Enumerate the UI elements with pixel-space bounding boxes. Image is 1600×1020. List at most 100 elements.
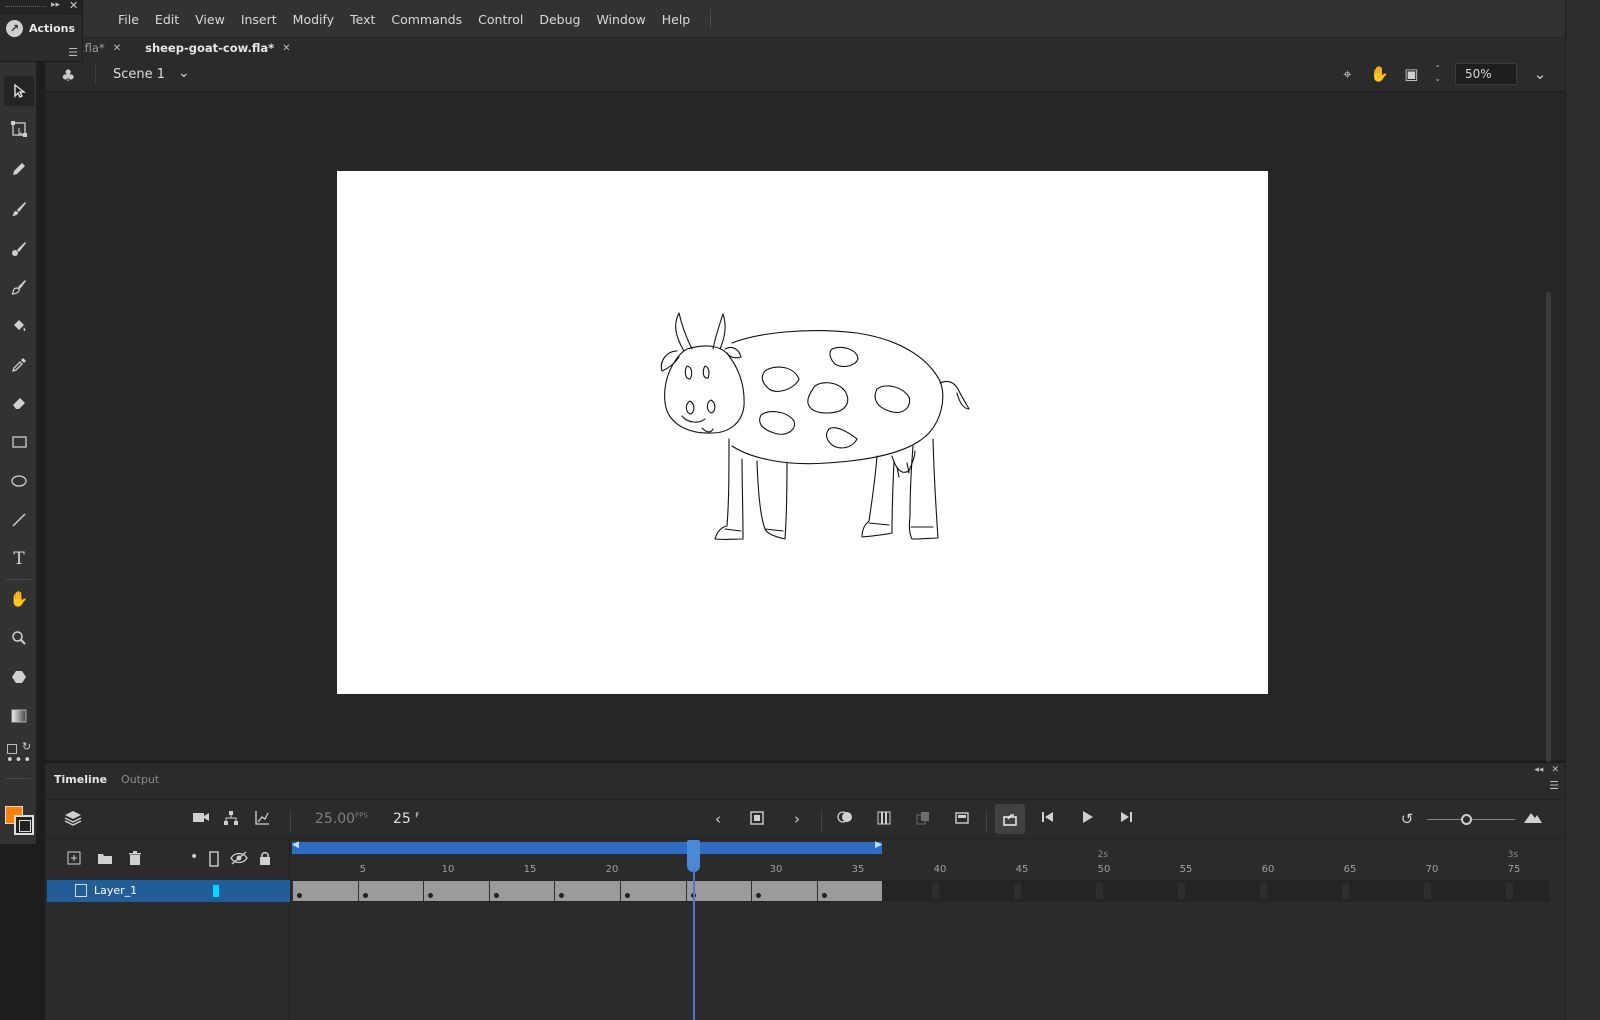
loop-button[interactable] [995,804,1025,834]
onion-skin-outlines-icon[interactable] [874,810,894,830]
insert-keyframe-icon[interactable] [747,810,767,830]
text-tool-icon[interactable]: T [4,544,34,574]
center-frame-icon[interactable] [952,810,972,830]
new-layer-icon[interactable] [67,851,81,869]
onion-skin-icon[interactable] [835,810,855,828]
panel-grip-icon[interactable] [6,6,46,8]
edit-multiple-frames-icon[interactable] [913,810,933,830]
new-folder-icon[interactable] [97,851,113,869]
work-area-start-marker-icon[interactable]: ◀ [292,840,299,850]
chevron-up-icon[interactable]: ⌃ [1434,64,1441,74]
menu-view[interactable]: View [187,12,233,27]
menu-file[interactable]: File [110,12,147,27]
keyframe-dot[interactable] [493,893,499,898]
close-panel-icon[interactable]: ✕ [69,0,78,12]
actions-panel-row[interactable]: ↗ Actions [0,14,82,42]
chevron-left-icon[interactable]: ‹ [708,810,728,828]
pencil-tool-icon[interactable] [4,154,34,184]
eyedropper-tool-icon[interactable] [4,350,34,380]
step-forward-icon[interactable] [1116,810,1136,828]
selection-tool-icon[interactable] [4,76,34,106]
layer-name[interactable]: Layer_1 [94,884,137,897]
hand-tool-icon[interactable]: ✋ [4,584,34,614]
chevron-down-icon[interactable]: ⌄ [1434,74,1441,84]
menu-commands[interactable]: Commands [383,12,470,27]
menu-control[interactable]: Control [470,12,531,27]
collapse-panel-icon[interactable]: ▸▸ [51,0,60,10]
frame-span[interactable] [292,881,882,901]
menu-text[interactable]: Text [342,12,383,27]
stage[interactable] [337,171,1268,694]
line-tool-icon[interactable] [4,505,34,535]
menu-window[interactable]: Window [588,12,653,27]
chevron-right-icon[interactable]: › [787,810,807,828]
vertical-scrollbar[interactable] [1546,292,1551,762]
highlight-dot-icon[interactable]: • [190,849,198,865]
menu-debug[interactable]: Debug [531,12,588,27]
rotate-hand-icon[interactable]: ✋ [1370,65,1389,83]
polystar-tool-icon[interactable] [4,662,34,692]
menu-help[interactable]: Help [654,12,699,27]
camera-icon[interactable] [191,810,211,828]
menu-insert[interactable]: Insert [233,12,285,27]
layer-1-frames[interactable] [292,880,1550,902]
graph-icon[interactable] [252,810,272,830]
reset-zoom-icon[interactable]: ↺ [1397,810,1417,828]
zoom-input[interactable]: 50% [1455,63,1517,85]
cow-drawing[interactable] [337,171,1268,694]
paint-brush-tool-icon[interactable] [4,234,34,264]
scene-clubs-icon[interactable]: ♣ [61,66,75,85]
panel-menu-icon[interactable]: ☰ [68,46,78,59]
close-tab-icon[interactable]: ✕ [113,43,121,54]
free-transform-tool-icon[interactable] [4,114,34,144]
zoom-stepper[interactable]: ⌃ ⌄ [1434,64,1441,84]
gradient-tool-icon[interactable] [4,701,34,731]
delete-layer-icon[interactable] [128,851,142,870]
layers-stack-icon[interactable] [63,810,83,830]
rectangle-tool-icon[interactable] [4,427,34,457]
keyframe-dot[interactable] [821,893,827,898]
keyframe-dot[interactable] [625,893,630,898]
stroke-color-swatch[interactable] [14,815,34,835]
fps-display[interactable]: 25.00FPS [315,811,368,827]
step-back-icon[interactable] [1038,810,1058,828]
work-area-end-marker-icon[interactable]: ▶ [875,840,882,850]
zoom-tool-icon[interactable] [4,623,34,653]
default-colors-icon[interactable] [7,744,17,754]
layer-row-layer-1[interactable]: Layer_1 [47,880,290,902]
timeline-zoom-knob[interactable] [1461,814,1472,825]
snap-crosshair-icon[interactable]: ⌖ [1338,65,1356,83]
menu-edit[interactable]: Edit [147,12,187,27]
brush-tool-icon[interactable] [4,194,34,224]
play-icon[interactable] [1077,810,1097,828]
actions-panel-header[interactable]: ▸▸ ✕ [0,0,82,14]
visibility-toggle-icon[interactable] [230,851,248,869]
scene-name[interactable]: Scene 1 [113,67,165,82]
close-panel-icon[interactable]: ✕ [1551,765,1559,775]
clip-content-icon[interactable]: ▣ [1402,65,1420,83]
doc-tab-2[interactable]: sheep-goat-cow.fla* ✕ [131,38,300,58]
outline-toggle-icon[interactable] [209,851,219,871]
eraser-tool-icon[interactable] [4,388,34,418]
lock-icon[interactable] [258,851,272,870]
frame-ruler[interactable]: 5 10 15 20 30 35 40 45 50 55 60 65 70 75 2s 3s [290,850,1550,878]
oval-tool-icon[interactable] [4,466,34,496]
swap-colors-icon[interactable]: ↻ [22,740,31,753]
keyframe-dot[interactable] [362,893,368,898]
close-tab-icon[interactable]: ✕ [282,43,290,54]
frames-area[interactable]: ◀ ▶ 5 10 15 20 30 35 40 45 50 55 60 65 70 75 2s 3s [290,840,1565,1020]
collapse-panel-icon[interactable]: ◂◂ [1534,765,1543,775]
layer-color-swatch[interactable] [213,885,219,897]
fluid-brush-tool-icon[interactable] [4,272,34,302]
mountain-zoom-icon[interactable] [1523,810,1543,828]
work-area-bar[interactable]: ◀ ▶ [292,840,882,854]
tab-timeline[interactable]: Timeline [54,773,107,789]
keyframe-dot[interactable] [297,893,302,898]
zoom-dropdown-chevron-icon[interactable]: ⌄ [1531,65,1549,83]
tab-output[interactable]: Output [121,773,159,789]
chevron-down-icon[interactable]: ⌄ [178,65,190,81]
paint-bucket-tool-icon[interactable] [4,311,34,341]
layer-parenting-icon[interactable] [221,810,241,830]
menu-modify[interactable]: Modify [285,12,342,27]
panel-menu-icon[interactable]: ☰ [1549,779,1559,792]
